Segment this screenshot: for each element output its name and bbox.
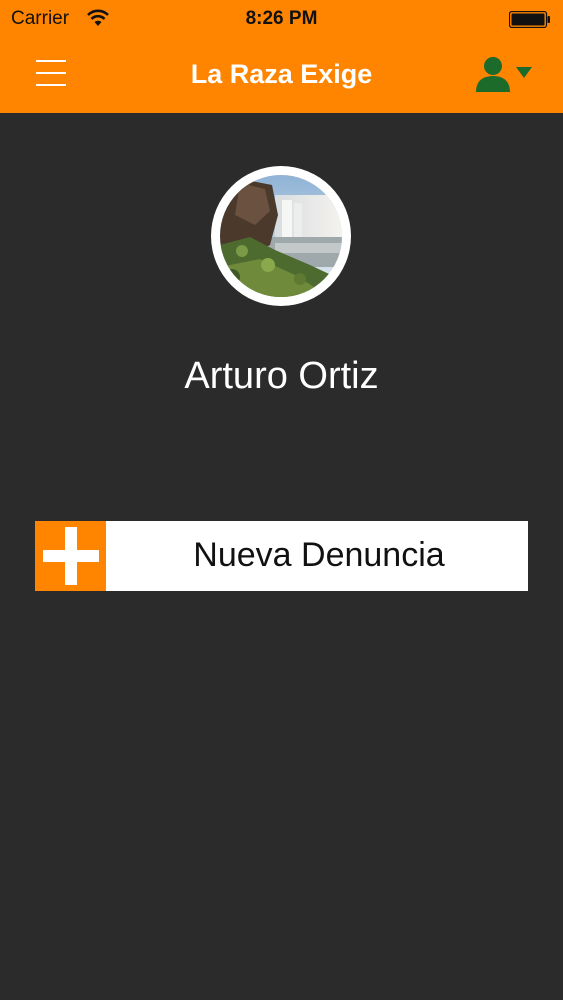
nav-bar: La Raza Exige xyxy=(0,38,563,113)
new-complaint-label: Nueva Denuncia xyxy=(193,536,445,574)
plus-box xyxy=(35,521,106,591)
header: Carrier 8:26 PM La Raza Exige xyxy=(0,0,563,113)
avatar[interactable] xyxy=(211,166,351,306)
status-time: 8:26 PM xyxy=(245,8,318,29)
user-icon xyxy=(476,57,510,92)
app-screen: Carrier 8:26 PM La Raza Exige Arturo Ort… xyxy=(0,0,563,1000)
caret-down-icon xyxy=(516,67,532,78)
status-bar: Carrier 8:26 PM xyxy=(0,0,563,38)
user-menu-button[interactable] xyxy=(474,56,534,92)
avatar-image xyxy=(220,175,342,297)
new-complaint-button[interactable]: Nueva Denuncia xyxy=(35,521,528,591)
battery-icon xyxy=(509,11,550,28)
user-name: Arturo Ortiz xyxy=(184,355,379,397)
plus-icon xyxy=(43,527,99,585)
